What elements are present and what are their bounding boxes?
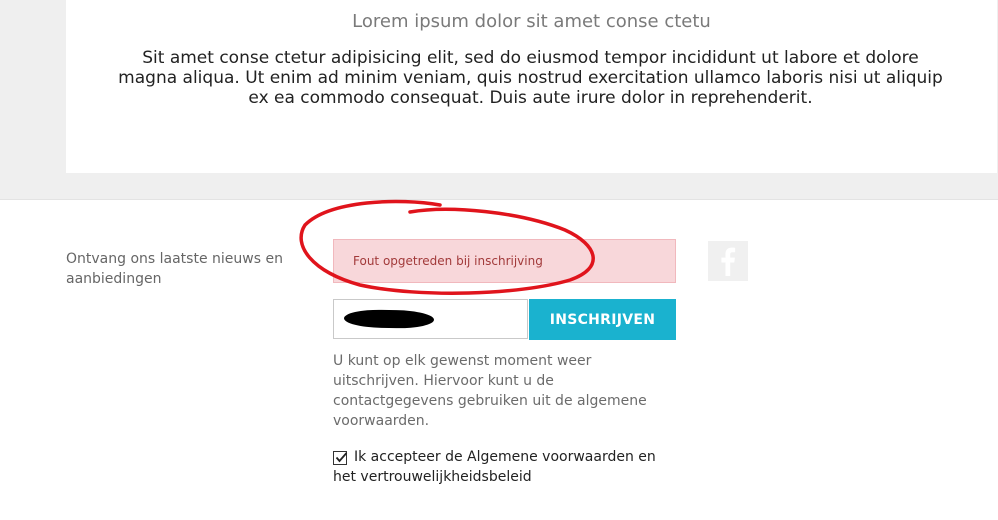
terms-label: Ik accepteer de Algemene voorwaarden en … [333,449,656,485]
content-body-text: Sit amet conse ctetur adipisicing elit, … [118,48,943,108]
subscription-error-alert: Fout opgetreden bij inschrijving [333,239,676,283]
newsletter-label: Ontvang ons laatste nieuws en aanbieding… [66,251,283,287]
facebook-button[interactable] [708,241,748,281]
facebook-icon [721,247,736,276]
content-card: Lorem ipsum dolor sit amet conse ctetu S… [66,0,997,173]
subscribe-button[interactable]: INSCHRIJVEN [529,299,676,340]
footer-divider [0,199,998,200]
error-message: Fout opgetreden bij inschrijving [353,254,543,268]
unsubscribe-info-text: U kunt op elk gewenst moment weer uitsch… [333,353,647,429]
terms-checkbox[interactable] [333,451,348,465]
checkmark-icon [335,452,348,463]
content-subtitle: Lorem ipsum dolor sit amet conse ctetu [352,11,711,32]
